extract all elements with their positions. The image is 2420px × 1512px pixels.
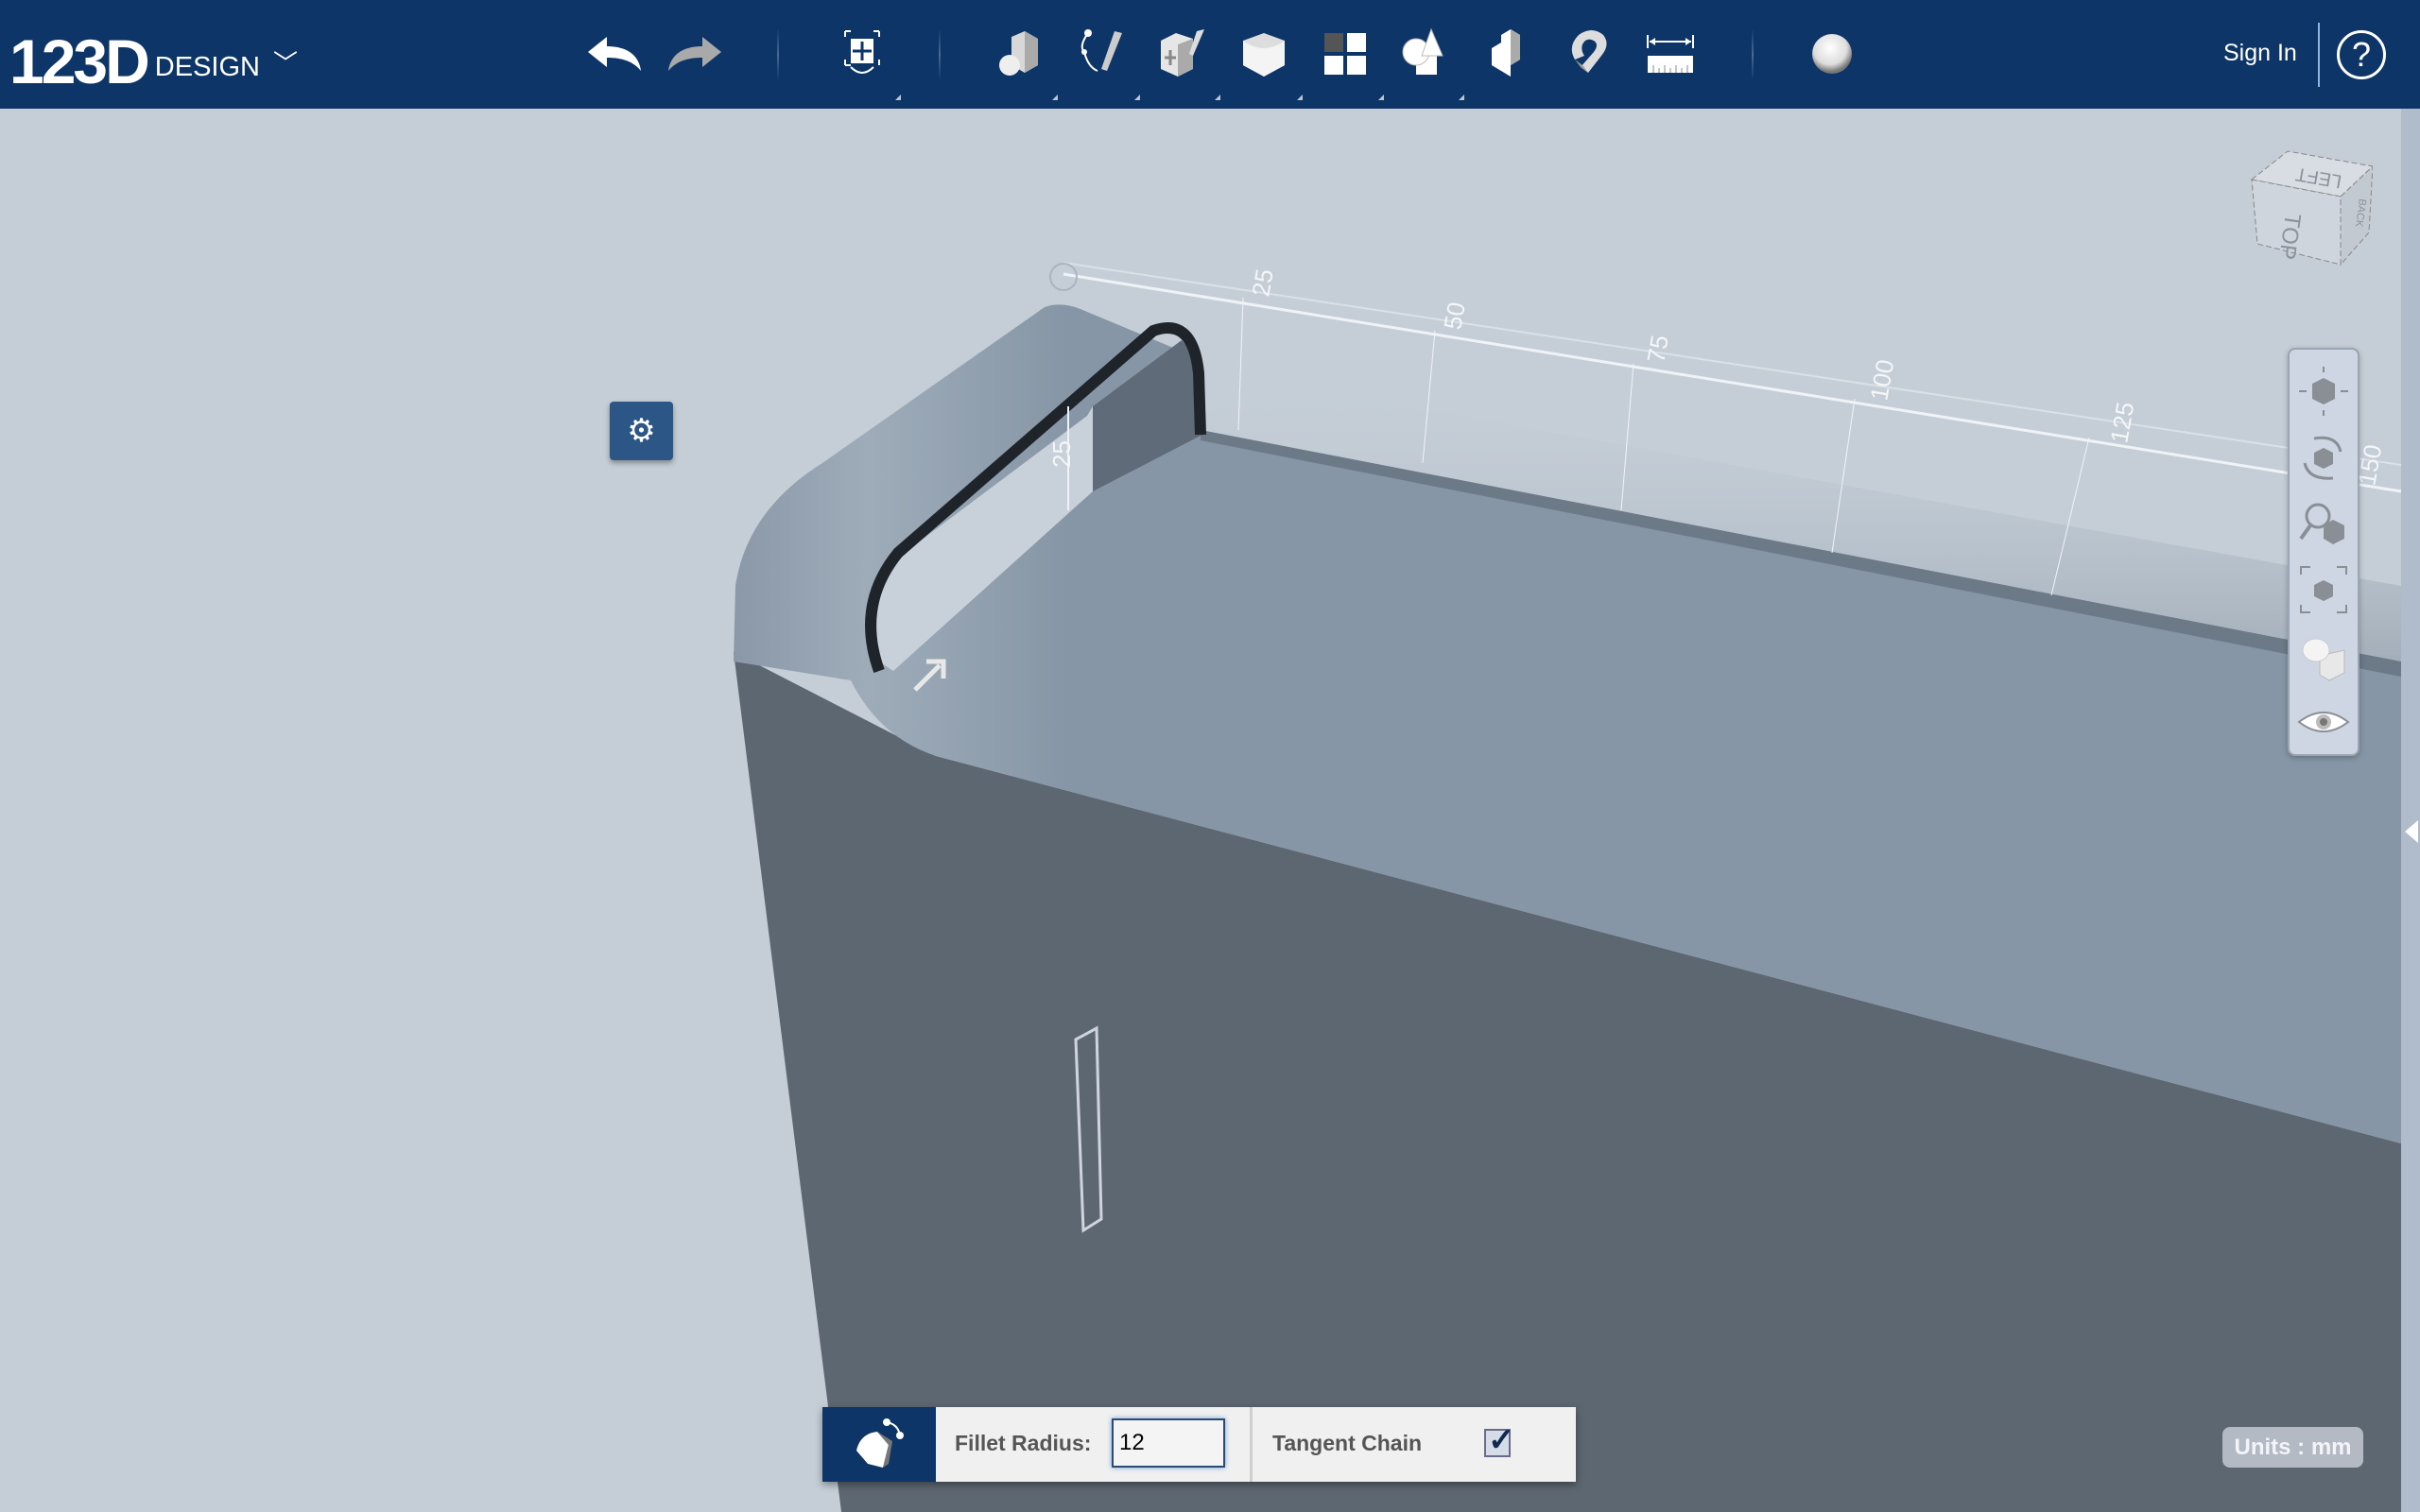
- settings-gear-button[interactable]: ⚙: [610, 402, 673, 460]
- eye-icon[interactable]: [2295, 694, 2352, 750]
- expand-panel-arrow-icon[interactable]: [2405, 820, 2418, 843]
- construct-button[interactable]: [1149, 21, 1220, 100]
- ruler-vertical-tick-label: 25: [1047, 440, 1076, 468]
- logo-main: 123D: [9, 26, 150, 96]
- undo-icon: [588, 37, 641, 71]
- view-cube[interactable]: LEFT TOP BACK: [2231, 142, 2373, 293]
- right-panel-edge[interactable]: [2401, 109, 2420, 1512]
- snap-icon: [1571, 30, 1607, 73]
- material-button[interactable]: [1799, 21, 1865, 87]
- redo-icon: [668, 37, 721, 71]
- gear-icon: ⚙: [627, 413, 656, 449]
- modify-button[interactable]: [1231, 21, 1303, 100]
- construct-icon: [1161, 29, 1204, 77]
- help-button[interactable]: ?: [2337, 30, 2386, 79]
- top-toolbar: 123D DESIGN ﹀ Sign In ?: [0, 0, 2420, 109]
- 3d-viewport[interactable]: 25 50 75 100 125 150 25: [0, 109, 2420, 1512]
- fillet-radius-input[interactable]: [1112, 1418, 1225, 1468]
- app-logo-menu[interactable]: 123D DESIGN ﹀: [9, 17, 298, 93]
- ruler-tick-label: 125: [2104, 400, 2139, 445]
- divider: [939, 28, 941, 80]
- redo-button[interactable]: [662, 21, 728, 87]
- ruler-tick-label: 100: [1864, 357, 1899, 403]
- modify-icon: [1243, 33, 1285, 77]
- pattern-icon: [1324, 33, 1366, 75]
- ruler-tick-label: 75: [1641, 333, 1674, 365]
- transform-icon: [844, 30, 880, 74]
- measure-icon: [1647, 35, 1694, 73]
- grouping-icon: [1402, 27, 1443, 75]
- orbit-icon[interactable]: [2295, 429, 2352, 486]
- combine-button[interactable]: [1476, 21, 1542, 87]
- pan-icon[interactable]: [2295, 363, 2352, 420]
- grouping-button[interactable]: [1392, 21, 1464, 100]
- ruler-tick-label: 25: [1246, 266, 1279, 299]
- checkmark-icon: ✓: [1488, 1422, 1515, 1458]
- pattern-button[interactable]: [1312, 21, 1384, 100]
- undo-button[interactable]: [581, 21, 648, 87]
- divider: [777, 28, 779, 80]
- logo-sub: DESIGN: [154, 52, 260, 82]
- divider: [1250, 1407, 1253, 1482]
- visual-style-icon[interactable]: [2295, 627, 2352, 684]
- tangent-chain-checkbox[interactable]: ✓: [1484, 1422, 1515, 1458]
- ruler-tick-label: 50: [1438, 300, 1471, 332]
- fillet-radius-label: Fillet Radius:: [955, 1431, 1092, 1455]
- units-badge[interactable]: Units : mm: [2222, 1427, 2363, 1468]
- fillet-panel: Fillet Radius: Tangent Chain ✓: [822, 1407, 1576, 1482]
- snap-button[interactable]: [1557, 21, 1623, 87]
- tangent-chain-label: Tangent Chain: [1272, 1431, 1423, 1455]
- divider: [2318, 23, 2320, 87]
- divider: [1752, 28, 1754, 80]
- combine-icon: [1492, 29, 1520, 77]
- measure-button[interactable]: [1637, 21, 1703, 87]
- primitives-button[interactable]: [986, 21, 1058, 100]
- fillet-tool-icon: [822, 1407, 936, 1482]
- sketch-icon: [1080, 29, 1122, 72]
- transform-button[interactable]: [829, 21, 901, 100]
- material-icon: [1812, 34, 1852, 74]
- zoom-icon[interactable]: [2295, 495, 2352, 552]
- primitives-icon: [999, 31, 1038, 76]
- sketch-button[interactable]: [1068, 21, 1140, 100]
- fit-view-icon[interactable]: [2295, 561, 2352, 618]
- chevron-down-icon: ﹀: [272, 49, 298, 77]
- navigation-bar: [2288, 348, 2360, 756]
- sign-in-link[interactable]: Sign In: [2223, 40, 2297, 67]
